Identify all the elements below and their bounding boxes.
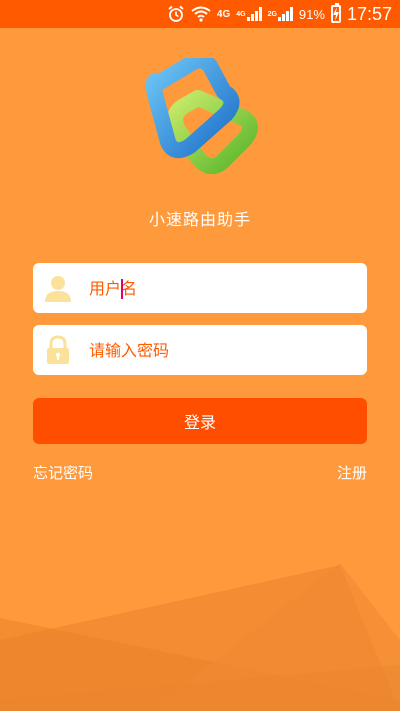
register-link[interactable]: 注册 xyxy=(337,462,367,483)
password-input[interactable] xyxy=(89,340,329,360)
user-icon xyxy=(45,276,71,302)
app-name: 小速路由助手 xyxy=(148,210,251,229)
username-field[interactable] xyxy=(33,263,367,313)
password-field[interactable] xyxy=(33,325,367,375)
app-logo xyxy=(145,58,258,175)
lock-icon xyxy=(47,335,69,364)
username-input[interactable] xyxy=(89,278,329,298)
login-button[interactable]: 登录 xyxy=(33,398,367,444)
forgot-password-link[interactable]: 忘记密码 xyxy=(33,462,93,483)
text-cursor xyxy=(121,279,123,299)
